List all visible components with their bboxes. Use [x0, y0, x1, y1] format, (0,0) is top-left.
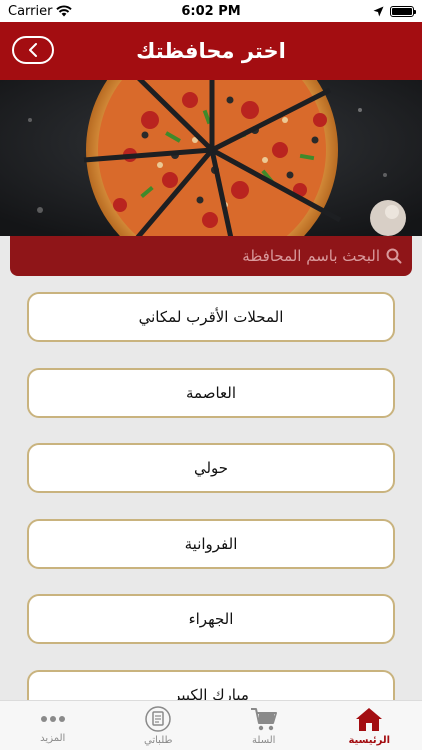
tab-home-label: الرئيسية — [348, 734, 391, 746]
tab-more[interactable]: المزيد — [0, 701, 106, 750]
status-right — [274, 5, 416, 17]
search-bar[interactable]: البحث باسم المحافظة — [10, 236, 412, 276]
cart-icon — [250, 707, 277, 730]
search-input[interactable]: البحث باسم المحافظة — [242, 247, 380, 265]
tab-orders-label: طلباتي — [144, 734, 173, 746]
page-title: اختر محافظتك — [136, 39, 286, 63]
battery-icon — [389, 5, 416, 17]
status-bar: Carrier 6:02 PM — [0, 0, 422, 22]
carrier-label: Carrier — [8, 3, 53, 19]
governorate-item-jahra[interactable]: الجهراء — [27, 594, 395, 644]
wifi-icon — [56, 5, 73, 17]
governorate-item-nearest[interactable]: المحلات الأقرب لمكاني — [27, 292, 395, 342]
orders-icon — [145, 705, 171, 732]
more-dots-icon — [40, 715, 65, 722]
status-left: Carrier — [8, 4, 148, 19]
tab-more-label: المزيد — [40, 732, 66, 744]
governorate-item-capital[interactable]: العاصمة — [27, 368, 395, 418]
pizza-banner-image — [0, 80, 422, 236]
battery-fill — [391, 7, 412, 15]
hero-banner — [0, 80, 422, 236]
chevron-left-icon — [29, 43, 37, 57]
tab-orders[interactable]: طلباتي — [106, 701, 212, 750]
tab-cart[interactable]: السلة — [211, 701, 317, 750]
home-icon — [356, 707, 383, 731]
location-arrow-icon — [373, 6, 384, 16]
bottom-tab-bar: المزيد طلباتي السلة الرئيسية — [0, 700, 422, 750]
tab-home[interactable]: الرئيسية — [317, 701, 422, 750]
search-icon — [386, 248, 402, 264]
governorate-item-hawalli[interactable]: حولي — [27, 443, 395, 493]
back-button[interactable] — [12, 36, 54, 64]
status-time: 6:02 PM — [181, 3, 241, 19]
governorate-item-farwaniya[interactable]: الفروانية — [27, 519, 395, 569]
tab-cart-label: السلة — [252, 734, 276, 746]
header: اختر محافظتك — [0, 22, 422, 80]
